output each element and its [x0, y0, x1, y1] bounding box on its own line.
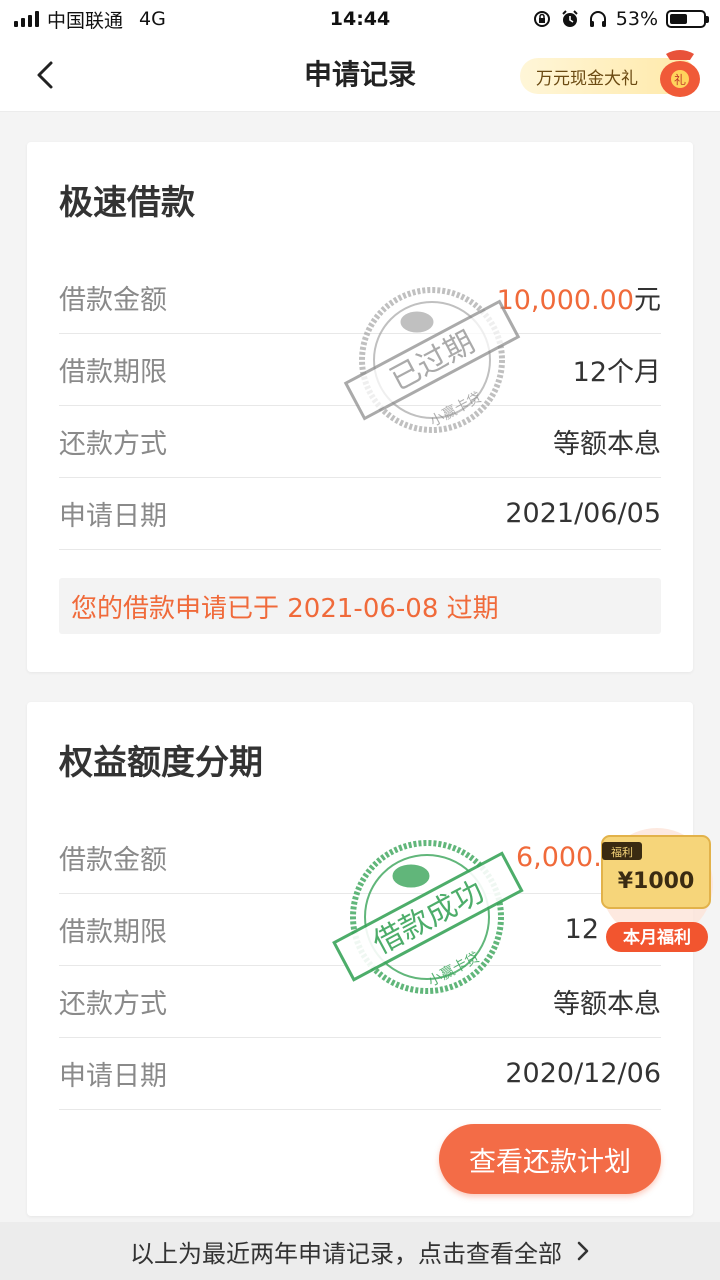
row-label: 申请日期 [59, 1061, 167, 1092]
record-title: 极速借款 [59, 183, 195, 223]
row-label: 申请日期 [59, 501, 167, 532]
bonus-label: 本月福利 [623, 927, 691, 948]
gift-bag-char: 礼 [674, 72, 686, 87]
row-term: 借款期限 12 [59, 894, 661, 966]
row-value: 12个月 [572, 357, 661, 388]
view-repayment-plan-button[interactable]: 查看还款计划 [439, 1124, 661, 1194]
row-label: 借款期限 [59, 917, 167, 948]
promo-badge[interactable]: 万元现金大礼 礼 [520, 50, 700, 97]
row-value: 等额本息 [553, 429, 661, 460]
battery-fill [670, 14, 687, 24]
status-left: 中国联通 4G [14, 6, 166, 33]
row-value: 2020/12/06 [505, 1058, 661, 1089]
bonus-card-icon: 福利 ¥1000 本月福利 [601, 828, 713, 952]
row-value: 12 [564, 914, 599, 945]
bonus-amount: ¥1000 [618, 869, 695, 894]
row-label: 借款金额 [59, 285, 167, 316]
status-right: 53% [532, 8, 709, 30]
expired-notice: 您的借款申请已于 2021-06-08 过期 [59, 578, 661, 634]
back-button[interactable] [28, 56, 62, 94]
battery-percent: 53% [615, 8, 658, 30]
monthly-bonus-widget[interactable]: 福利 ¥1000 本月福利 [598, 826, 716, 958]
chevron-right-icon [577, 1241, 589, 1261]
network-type: 4G [139, 8, 166, 30]
signal-icon [14, 11, 39, 27]
view-all-records-link[interactable]: 以上为最近两年申请记录，点击查看全部 [0, 1222, 720, 1280]
battery-icon [666, 10, 709, 28]
row-value: 2021/06/05 [505, 498, 661, 529]
row-value: 10,000.00元 [497, 278, 661, 317]
headphones-icon [588, 9, 608, 29]
row-apply-date: 申请日期 2020/12/06 [59, 1038, 661, 1110]
row-value: 等额本息 [553, 989, 661, 1020]
record-title: 权益额度分期 [59, 743, 263, 783]
bonus-tag: 福利 [611, 845, 633, 859]
gift-bag-icon: 礼 [660, 50, 700, 97]
row-amount: 借款金额 6,000.0 [59, 822, 661, 894]
row-amount: 借款金额 10,000.00元 [59, 262, 661, 334]
footer-text: 以上为最近两年申请记录，点击查看全部 [130, 1239, 562, 1268]
status-bar: 中国联通 4G 14:44 53% [0, 0, 720, 38]
row-label: 借款期限 [59, 357, 167, 388]
promo-label: 万元现金大礼 [536, 68, 638, 89]
row-label: 借款金额 [59, 845, 167, 876]
record-card-2: 权益额度分期 借款金额 6,000.0 借款期限 12 还款方式 等额本息 申请… [27, 702, 693, 1216]
loan-amount: 10,000.00 [496, 285, 634, 316]
record-card-1: 极速借款 借款金额 10,000.00元 借款期限 12个月 还款方式 等额本息… [27, 142, 693, 672]
chevron-left-icon [37, 61, 53, 89]
row-repay-method: 还款方式 等额本息 [59, 406, 661, 478]
amount-unit: 元 [634, 285, 661, 316]
rotation-lock-icon [532, 9, 552, 29]
row-repay-method: 还款方式 等额本息 [59, 966, 661, 1038]
nav-bar: 申请记录 万元现金大礼 礼 [0, 38, 720, 112]
row-label: 还款方式 [59, 429, 167, 460]
row-label: 还款方式 [59, 989, 167, 1020]
row-term: 借款期限 12个月 [59, 334, 661, 406]
carrier-name: 中国联通 [47, 9, 124, 32]
alarm-icon [560, 9, 580, 29]
row-apply-date: 申请日期 2021/06/05 [59, 478, 661, 550]
